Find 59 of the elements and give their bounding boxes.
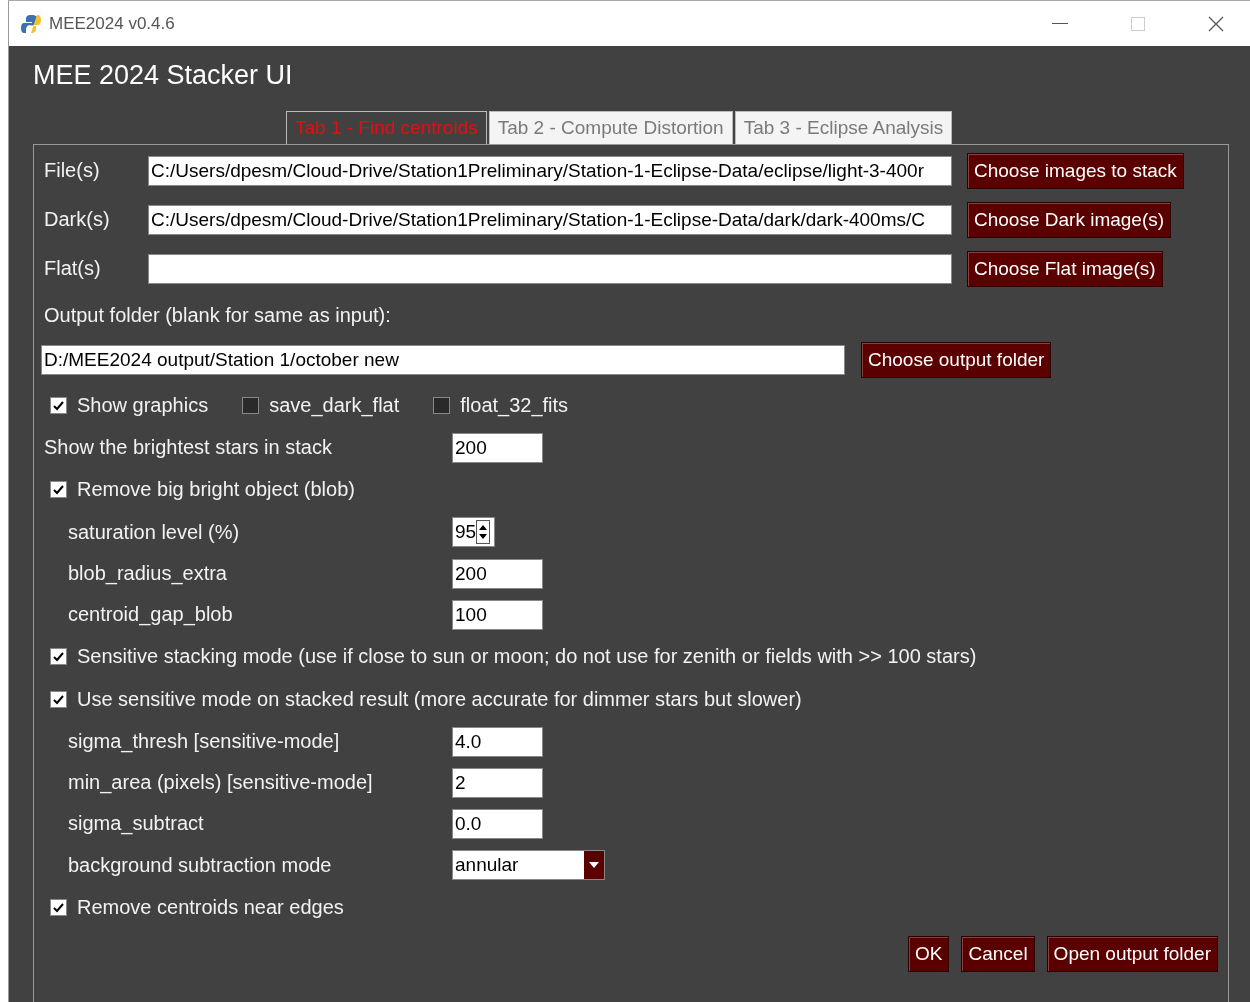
dialog-button[interactable]: Open output folder: [1046, 936, 1218, 972]
path-field[interactable]: C:/Users/dpesm/Cloud-Drive/Station1Preliminary/Station-1-Eclipse-Data/dark/dark-400ms/C: [148, 204, 952, 235]
checkbox-label: float_32_fits: [460, 393, 569, 417]
field-label: Show the brightest stars in stack: [44, 436, 333, 459]
dropdown-arrow-icon: [589, 862, 599, 868]
field-label: saturation level (%): [68, 520, 241, 544]
checkbox-label: Show graphics: [77, 393, 209, 417]
checkbox-label: Remove big bright object (blob): [77, 478, 355, 501]
field-label: blob_radius_extra: [68, 562, 228, 585]
maximize-icon: [1131, 16, 1145, 31]
number-field[interactable]: 2: [452, 767, 543, 798]
field-label: centroid_gap_blob: [68, 603, 234, 626]
check-icon: [52, 693, 65, 706]
path-field[interactable]: [148, 253, 952, 284]
number-field[interactable]: 200: [452, 432, 543, 463]
checkbox[interactable]: [50, 396, 67, 414]
tab[interactable]: Tab 3 - Eclipse Analysis: [734, 111, 953, 144]
spin-arrows-icon: [476, 520, 491, 544]
field-label: sigma_thresh [sensitive-mode]: [68, 730, 341, 753]
close-icon: [1208, 15, 1224, 32]
checkbox[interactable]: [433, 396, 451, 414]
field-label: File(s): [44, 159, 101, 182]
choose-button[interactable]: Choose Dark image(s): [967, 201, 1172, 238]
app-heading: MEE 2024 Stacker UI: [33, 60, 294, 92]
number-field[interactable]: 200: [452, 558, 543, 589]
field-label: sigma_subtract: [68, 812, 205, 835]
field-label: min_area (pixels) [sensitive-mode]: [68, 771, 374, 794]
checkbox-label: Use sensitive mode on stacked result (more accurate for dimmer stars but slower): [77, 688, 802, 711]
field-label: Flat(s): [44, 257, 102, 280]
choose-button[interactable]: Choose images to stack: [967, 152, 1184, 189]
field-label: background subtraction mode: [68, 853, 333, 877]
checkbox[interactable]: [50, 899, 67, 916]
dialog-button[interactable]: Cancel: [961, 936, 1035, 972]
section-label: Output folder (blank for same as input):: [44, 303, 391, 327]
check-icon: [52, 650, 65, 663]
window-title: MEE2024 v0.4.6: [49, 13, 176, 34]
checkbox[interactable]: [50, 691, 67, 708]
field-label: Dark(s): [44, 208, 111, 231]
check-icon: [52, 483, 65, 496]
number-field[interactable]: 0.0: [452, 808, 543, 839]
check-icon: [52, 901, 65, 914]
app-icon: [21, 13, 41, 34]
spin-box[interactable]: 95: [452, 517, 495, 547]
checkbox-label: Sensitive stacking mode (use if close to sun or moon; do not use for zenith or fields with >> 100 stars): [77, 645, 977, 668]
dialog-button[interactable]: OK: [908, 936, 950, 972]
checkbox[interactable]: [50, 481, 67, 498]
checkbox[interactable]: [242, 396, 260, 414]
dropdown[interactable]: annular: [452, 850, 605, 880]
number-field[interactable]: 100: [452, 599, 543, 630]
tab[interactable]: Tab 2 - Compute Distortion: [488, 111, 733, 144]
choose-folder-button[interactable]: Choose output folder: [861, 342, 1052, 378]
number-field[interactable]: 4.0: [452, 726, 543, 757]
minimize-icon: [1052, 22, 1068, 25]
path-field[interactable]: C:/Users/dpesm/Cloud-Drive/Station1Preliminary/Station-1-Eclipse-Data/eclipse/light-3-400r: [148, 155, 952, 186]
checkbox[interactable]: [50, 648, 67, 665]
choose-button[interactable]: Choose Flat image(s): [967, 250, 1163, 287]
folder-field[interactable]: D:/MEE2024 output/Station 1/october new: [41, 345, 845, 375]
checkbox-label: Remove centroids near edges: [77, 896, 344, 919]
checkbox-label: save_dark_flat: [269, 393, 400, 417]
